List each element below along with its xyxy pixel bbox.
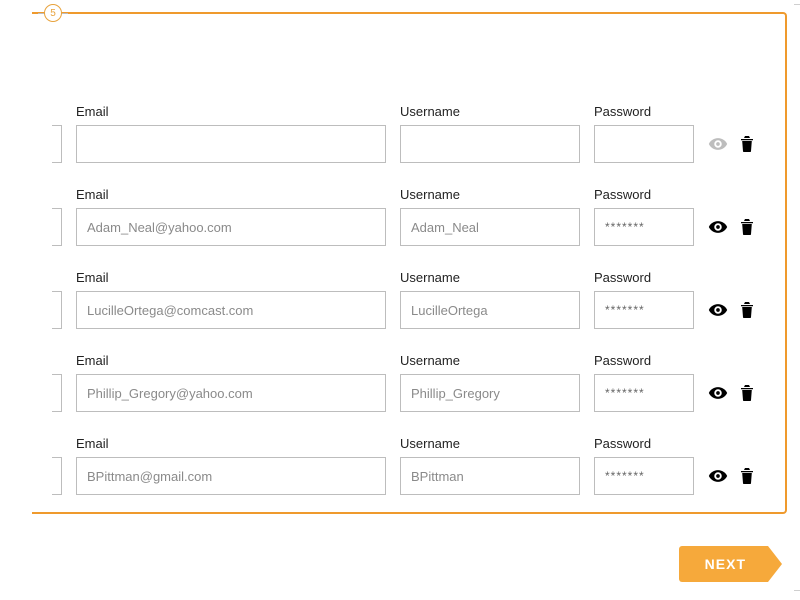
username-input[interactable]: Adam_Neal	[400, 208, 580, 246]
trash-icon[interactable]	[740, 219, 754, 235]
field-password: Password	[594, 104, 694, 163]
field-email: Email BPittman@gmail.com	[76, 436, 386, 495]
field-password: Password *******	[594, 353, 694, 412]
credential-rows: Email Username Password	[52, 104, 798, 495]
username-input[interactable]	[400, 125, 580, 163]
field-email: Email LucilleOrtega@comcast.com	[76, 270, 386, 329]
email-label: Email	[76, 187, 386, 202]
email-input[interactable]: LucilleOrtega@comcast.com	[76, 291, 386, 329]
field-leading	[52, 457, 62, 495]
password-label: Password	[594, 436, 694, 451]
email-label: Email	[76, 353, 386, 368]
form-panel-inner: Email Username Password	[52, 44, 798, 519]
field-email: Email Phillip_Gregory@yahoo.com	[76, 353, 386, 412]
email-label: Email	[76, 270, 386, 285]
field-email: Email Adam_Neal@yahoo.com	[76, 187, 386, 246]
field-username: Username Phillip_Gregory	[400, 353, 580, 412]
row-actions	[708, 374, 754, 412]
row-actions	[708, 457, 754, 495]
leading-input[interactable]	[52, 374, 62, 412]
next-button[interactable]: NEXT	[679, 546, 782, 582]
email-input[interactable]: BPittman@gmail.com	[76, 457, 386, 495]
field-username: Username LucilleOrtega	[400, 270, 580, 329]
trash-icon[interactable]	[740, 302, 754, 318]
trash-icon[interactable]	[740, 385, 754, 401]
field-password: Password *******	[594, 436, 694, 495]
chevron-right-icon	[768, 546, 782, 582]
leading-input[interactable]	[52, 125, 62, 163]
row-actions	[708, 208, 754, 246]
username-label: Username	[400, 353, 580, 368]
field-leading	[52, 291, 62, 329]
leading-input[interactable]	[52, 291, 62, 329]
field-username: Username Adam_Neal	[400, 187, 580, 246]
row-actions	[708, 291, 754, 329]
username-input[interactable]: Phillip_Gregory	[400, 374, 580, 412]
field-username: Username	[400, 104, 580, 163]
trash-icon[interactable]	[740, 136, 754, 152]
field-password: Password *******	[594, 187, 694, 246]
field-username: Username BPittman	[400, 436, 580, 495]
password-label: Password	[594, 270, 694, 285]
form-panel: Email Username Password	[32, 12, 787, 514]
table-row: Email BPittman@gmail.com Username BPittm…	[52, 436, 798, 495]
field-email: Email	[76, 104, 386, 163]
decoration	[794, 4, 800, 5]
eye-icon[interactable]	[708, 383, 728, 403]
email-label: Email	[76, 436, 386, 451]
field-leading	[52, 125, 62, 163]
password-label: Password	[594, 104, 694, 119]
username-label: Username	[400, 187, 580, 202]
step-badge: 5	[44, 4, 62, 22]
password-input[interactable]: *******	[594, 457, 694, 495]
password-input[interactable]: *******	[594, 291, 694, 329]
password-label: Password	[594, 353, 694, 368]
row-actions	[708, 125, 754, 163]
next-button-label: NEXT	[679, 546, 768, 582]
email-input[interactable]	[76, 125, 386, 163]
password-label: Password	[594, 187, 694, 202]
password-input[interactable]	[594, 125, 694, 163]
step-number: 5	[50, 8, 56, 19]
trash-icon[interactable]	[740, 468, 754, 484]
email-input[interactable]: Phillip_Gregory@yahoo.com	[76, 374, 386, 412]
email-label: Email	[76, 104, 386, 119]
table-row: Email LucilleOrtega@comcast.com Username…	[52, 270, 798, 329]
leading-input[interactable]	[52, 208, 62, 246]
password-input[interactable]: *******	[594, 208, 694, 246]
field-leading	[52, 208, 62, 246]
eye-icon[interactable]	[708, 300, 728, 320]
username-input[interactable]: BPittman	[400, 457, 580, 495]
field-leading	[52, 374, 62, 412]
table-row: Email Adam_Neal@yahoo.com Username Adam_…	[52, 187, 798, 246]
field-password: Password *******	[594, 270, 694, 329]
username-input[interactable]: LucilleOrtega	[400, 291, 580, 329]
username-label: Username	[400, 436, 580, 451]
eye-icon[interactable]	[708, 134, 728, 154]
email-input[interactable]: Adam_Neal@yahoo.com	[76, 208, 386, 246]
username-label: Username	[400, 270, 580, 285]
eye-icon[interactable]	[708, 217, 728, 237]
table-row: Email Username Password	[52, 104, 798, 163]
table-row: Email Phillip_Gregory@yahoo.com Username…	[52, 353, 798, 412]
decoration	[794, 590, 800, 591]
leading-input[interactable]	[52, 457, 62, 495]
password-input[interactable]: *******	[594, 374, 694, 412]
username-label: Username	[400, 104, 580, 119]
eye-icon[interactable]	[708, 466, 728, 486]
